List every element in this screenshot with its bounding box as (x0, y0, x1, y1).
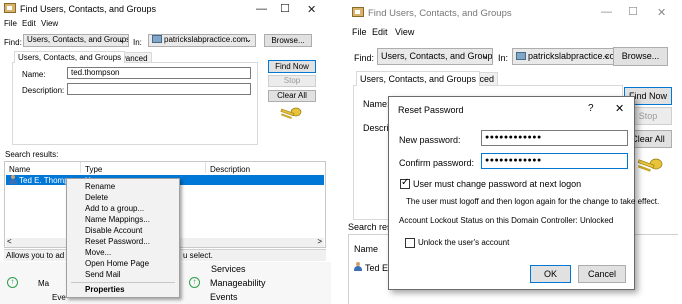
column-divider (205, 162, 206, 173)
menu-item-add-to-group[interactable]: Add to a group... (67, 204, 179, 213)
left-stop-button[interactable]: Stop (268, 75, 316, 87)
context-menu: Rename Delete Add to a group... Name Map… (66, 178, 180, 298)
right-menu-view[interactable]: View (395, 27, 414, 37)
bg-ma-label: Ma (38, 279, 50, 288)
cancel-button[interactable]: Cancel (578, 265, 626, 283)
right-in-label: In: (498, 53, 509, 63)
left-menu-file[interactable]: File (4, 19, 17, 28)
left-clear-all-button[interactable]: Clear All (268, 90, 316, 102)
lockout-status-text: Account Lockout Status on this Domain Co… (399, 216, 614, 225)
left-description-label: Description: (22, 86, 65, 95)
right-menu-edit[interactable]: Edit (372, 27, 388, 37)
help-icon[interactable]: ? (588, 103, 594, 114)
menu-item-open-home-page[interactable]: Open Home Page (67, 259, 179, 268)
left-status-text-tail: u select. (183, 251, 213, 260)
left-minimize-button[interactable]: — (256, 3, 267, 15)
right-browse-button[interactable]: Browse... (613, 47, 668, 66)
menu-separator (71, 282, 175, 283)
menu-item-disable-account[interactable]: Disable Account (67, 226, 179, 235)
info-text: The user must logoff and then logon agai… (406, 197, 660, 206)
user-icon (9, 175, 17, 185)
menu-item-send-mail[interactable]: Send Mail (67, 270, 179, 279)
must-change-label[interactable]: User must change password at next logon (413, 179, 581, 189)
right-column-header-name[interactable]: Name (354, 244, 378, 254)
right-find-select[interactable]: Users, Contacts, and Groups ⌄ (377, 48, 493, 65)
column-header-type[interactable]: Type (85, 165, 102, 174)
right-maximize-button[interactable]: ☐ (628, 5, 638, 18)
left-search-results-label: Search results: (5, 150, 59, 159)
new-password-label: New password: (399, 135, 461, 145)
scroll-left-icon[interactable]: < (7, 237, 12, 246)
left-find-label: Find: (4, 38, 22, 47)
find-app-icon (4, 3, 16, 13)
find-app-icon (352, 7, 364, 17)
right-in-value: patrickslabpractice.com (528, 51, 614, 61)
right-find-label: Find: (354, 53, 375, 63)
left-in-value: patrickslabpractice.com (164, 35, 248, 44)
column-header-description[interactable]: Description (210, 165, 250, 174)
right-window-title: Find Users, Contacts, and Groups (368, 8, 512, 19)
unlock-account-label[interactable]: Unlock the user's account (418, 238, 509, 247)
bg-events-label: Events (210, 292, 238, 302)
left-maximize-button[interactable]: ☐ (280, 2, 290, 15)
menu-item-name-mappings[interactable]: Name Mappings... (67, 215, 179, 224)
green-check-icon: ↑ (7, 277, 18, 288)
scroll-right-icon[interactable]: > (317, 237, 322, 246)
left-in-label: In: (133, 38, 142, 47)
confirm-password-label: Confirm password: (399, 158, 475, 168)
left-in-select[interactable]: patrickslabpractice.com ⌄ (148, 34, 256, 47)
right-close-button[interactable]: ✕ (657, 6, 666, 19)
confirm-password-input[interactable]: ●●●●●●●●●●●● (481, 153, 628, 169)
left-close-button[interactable]: ✕ (307, 3, 316, 16)
chevron-down-icon: ⌄ (481, 50, 489, 60)
menu-item-delete[interactable]: Delete (67, 193, 179, 202)
dialog-title: Reset Password (398, 105, 464, 115)
ok-button[interactable]: OK (530, 265, 571, 283)
left-menu-view[interactable]: View (41, 19, 58, 28)
bg-services-label: Services (211, 264, 246, 274)
right-in-select[interactable]: patrickslabpractice.com ⌄ (512, 48, 614, 65)
bg-eve-label: Eve (52, 293, 66, 302)
green-check-icon: ↑ (189, 277, 200, 288)
left-name-label: Name: (22, 70, 46, 79)
left-find-window: Find Users, Contacts, and Groups — ☐ ✕ F… (0, 0, 331, 304)
menu-item-reset-password[interactable]: Reset Password... (67, 237, 179, 246)
domain-icon (152, 35, 162, 43)
reset-password-dialog: Reset Password ? ✕ New password: ●●●●●●●… (388, 96, 659, 290)
left-status-text: Allows you to ad (6, 251, 65, 260)
user-icon (354, 262, 362, 272)
left-menu-edit[interactable]: Edit (22, 19, 36, 28)
left-browse-button[interactable]: Browse... (264, 34, 312, 47)
left-find-now-button[interactable]: Find Now (268, 60, 316, 73)
keys-icon (637, 158, 663, 172)
left-tab-users[interactable]: Users, Contacts, and Groups (14, 51, 126, 63)
column-header-name[interactable]: Name (9, 165, 30, 174)
panel-divider (333, 0, 339, 304)
right-minimize-button[interactable]: — (601, 6, 612, 18)
menu-item-properties[interactable]: Properties (67, 285, 179, 294)
left-window-title: Find Users, Contacts, and Groups (20, 4, 157, 14)
bg-manageability-label: Manageability (210, 278, 266, 288)
menu-item-move[interactable]: Move... (67, 248, 179, 257)
left-description-input[interactable] (67, 83, 251, 95)
unlock-account-checkbox[interactable] (405, 238, 415, 248)
must-change-checkbox[interactable] (400, 177, 410, 189)
left-name-input[interactable]: ted.thompson (67, 67, 251, 79)
dialog-close-button[interactable]: ✕ (615, 102, 624, 115)
left-find-value: Users, Contacts, and Groups (27, 35, 129, 44)
chevron-down-icon: ⌄ (245, 35, 252, 44)
column-divider (80, 162, 81, 173)
right-find-window: Find Users, Contacts, and Groups — ☐ ✕ F… (341, 0, 682, 304)
chevron-down-icon: ⌄ (602, 50, 610, 60)
domain-icon (516, 52, 526, 60)
left-find-select[interactable]: Users, Contacts, and Groups ⌄ (23, 34, 129, 47)
right-find-value: Users, Contacts, and Groups (381, 51, 493, 61)
chevron-down-icon: ⌄ (118, 35, 125, 44)
right-name-label: Name: (363, 99, 390, 109)
keys-icon (280, 107, 302, 119)
right-tab-users[interactable]: Users, Contacts, and Groups (356, 71, 481, 86)
new-password-input[interactable]: ●●●●●●●●●●●● (481, 130, 628, 146)
right-menu-file[interactable]: File (352, 27, 367, 37)
menu-item-rename[interactable]: Rename (67, 182, 179, 191)
